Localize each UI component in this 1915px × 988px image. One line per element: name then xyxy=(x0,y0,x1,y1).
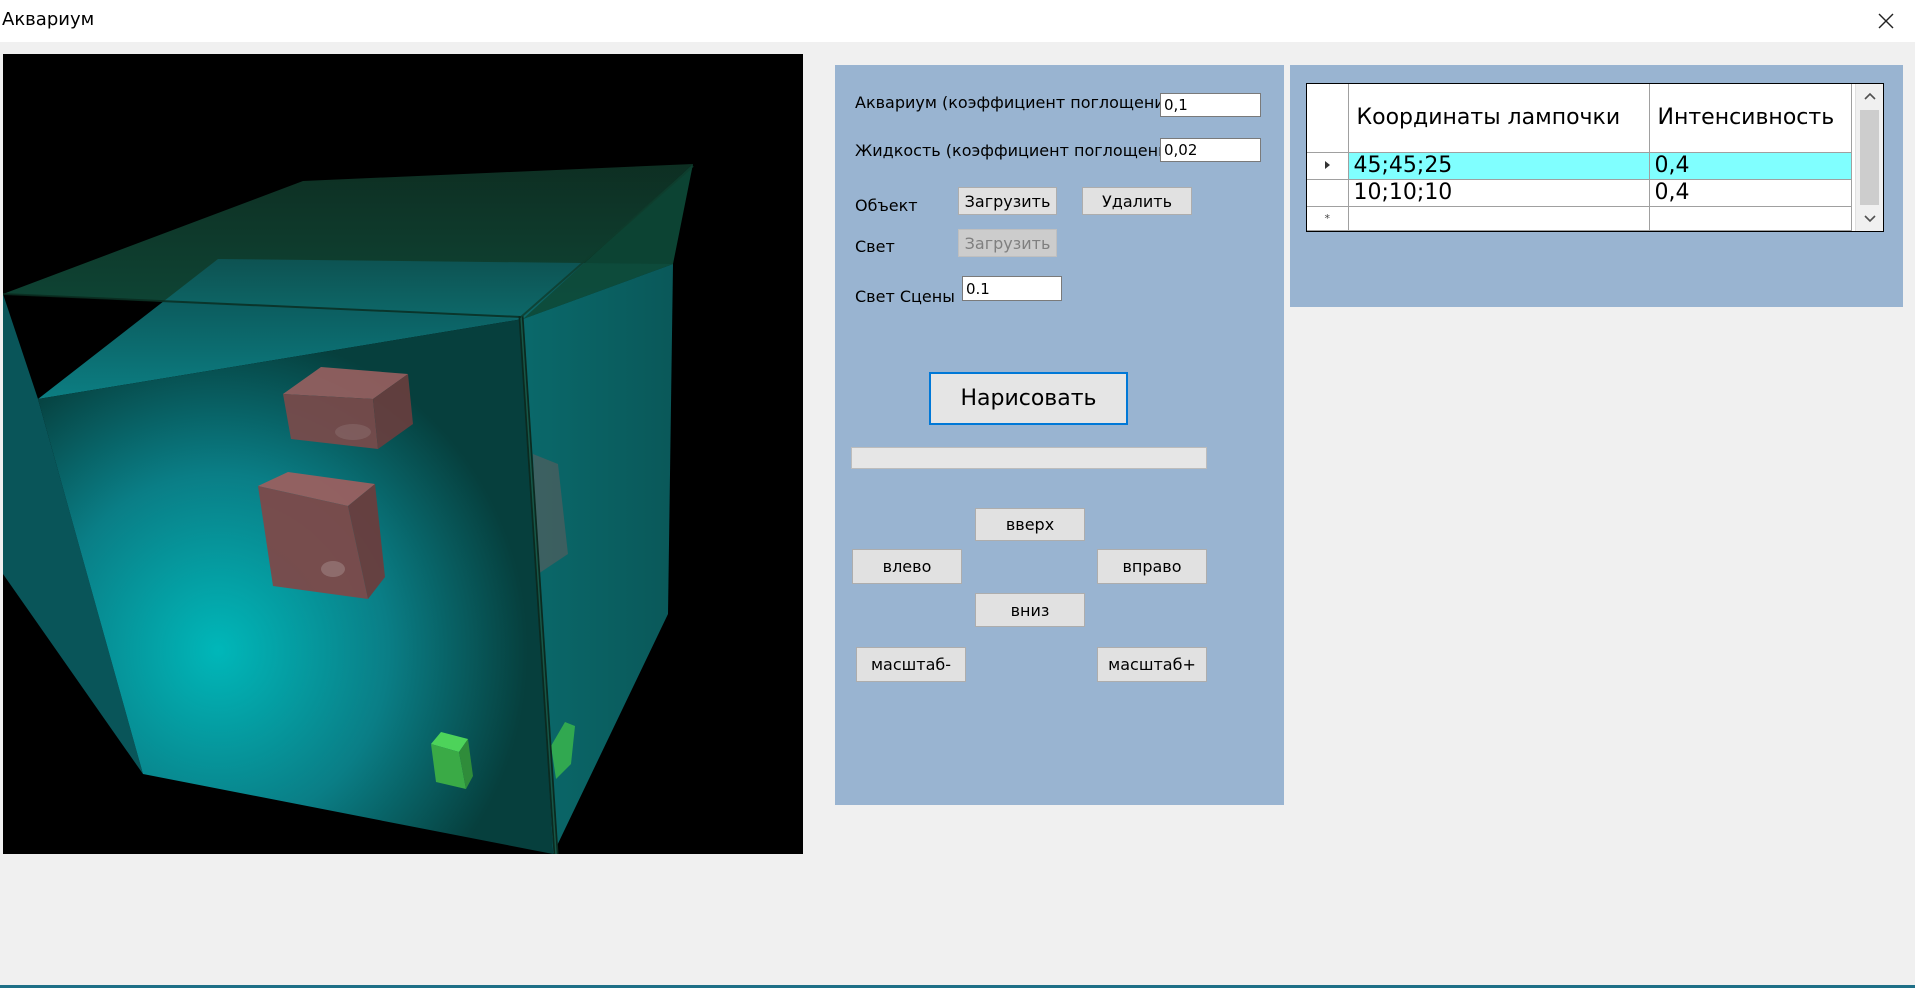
scene-light-label: Свет Сцены xyxy=(855,287,955,306)
row-header[interactable]: * xyxy=(1307,206,1349,231)
window-title: Аквариум xyxy=(2,9,95,30)
table-row[interactable]: 45;45;25 0,4 xyxy=(1307,152,1852,180)
aquarium-render xyxy=(3,164,694,854)
liquid-absorption-input[interactable] xyxy=(1160,138,1261,162)
new-row-asterisk-icon: * xyxy=(1324,212,1331,225)
chevron-up-icon xyxy=(1863,92,1876,100)
title-bar: Аквариум xyxy=(0,0,1915,42)
grid-vertical-scrollbar[interactable] xyxy=(1855,84,1883,231)
zoom-out-button[interactable]: масштаб- xyxy=(856,647,966,682)
row-header-corner xyxy=(1307,84,1349,153)
controls-panel: Аквариум (коэффициент поглощения) Жидкос… xyxy=(835,65,1284,805)
green-cube-small xyxy=(431,732,473,789)
row-header[interactable] xyxy=(1307,152,1349,180)
table-row[interactable]: 10;10;10 0,4 xyxy=(1307,179,1852,207)
move-left-button[interactable]: влево xyxy=(852,549,962,584)
grid-header-row: Координаты лампочки Интенсивность xyxy=(1307,84,1852,153)
move-right-button[interactable]: вправо xyxy=(1097,549,1207,584)
lights-grid[interactable]: Координаты лампочки Интенсивность 45;45;… xyxy=(1306,83,1884,232)
move-up-button[interactable]: вверх xyxy=(975,508,1085,541)
cell-intensity[interactable]: 0,4 xyxy=(1649,179,1852,207)
move-down-button[interactable]: вниз xyxy=(975,593,1085,627)
lights-panel: Координаты лампочки Интенсивность 45;45;… xyxy=(1290,65,1903,307)
object-label: Объект xyxy=(855,196,918,215)
scroll-thumb[interactable] xyxy=(1860,110,1879,205)
aquarium-absorption-label: Аквариум (коэффициент поглощения) xyxy=(855,93,1181,112)
scroll-up-arrow[interactable] xyxy=(1856,84,1883,108)
object-load-button[interactable]: Загрузить xyxy=(958,187,1057,215)
column-header-intensity[interactable]: Интенсивность xyxy=(1649,84,1852,153)
red-cube-middle xyxy=(258,472,385,599)
aquarium-absorption-input[interactable] xyxy=(1160,93,1261,117)
close-button[interactable] xyxy=(1857,0,1915,42)
render-viewport[interactable] xyxy=(3,54,803,854)
cell-intensity-new[interactable] xyxy=(1649,206,1852,231)
cell-coords-new[interactable] xyxy=(1348,206,1650,231)
object-delete-button[interactable]: Удалить xyxy=(1082,187,1192,215)
cell-coords[interactable]: 45;45;25 xyxy=(1348,152,1650,180)
lights-table: Координаты лампочки Интенсивность 45;45;… xyxy=(1307,84,1852,231)
light-load-button[interactable]: Загрузить xyxy=(958,229,1057,257)
chevron-down-icon xyxy=(1863,215,1876,223)
liquid-absorption-label: Жидкость (коэффициент поглощения) xyxy=(855,141,1185,160)
draw-button[interactable]: Нарисовать xyxy=(929,372,1128,425)
light-label: Свет xyxy=(855,237,895,256)
column-header-coords[interactable]: Координаты лампочки xyxy=(1348,84,1650,153)
cell-intensity[interactable]: 0,4 xyxy=(1649,152,1852,180)
render-progress-bar xyxy=(851,447,1207,469)
scene-light-input[interactable] xyxy=(962,276,1062,301)
zoom-in-button[interactable]: масштаб+ xyxy=(1097,647,1207,682)
close-icon xyxy=(1878,13,1894,29)
row-header[interactable] xyxy=(1307,179,1349,207)
scroll-down-arrow[interactable] xyxy=(1856,207,1883,231)
cell-coords[interactable]: 10;10;10 xyxy=(1348,179,1650,207)
row-pointer-icon xyxy=(1325,160,1331,169)
new-row[interactable]: * xyxy=(1307,206,1852,231)
